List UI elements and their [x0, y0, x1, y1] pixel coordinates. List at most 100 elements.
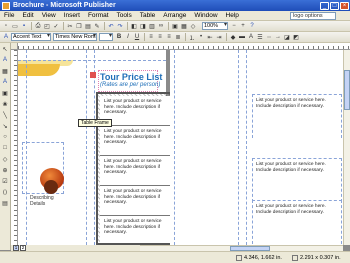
wordart-icon[interactable]: A [1, 78, 9, 86]
increase-indent-icon[interactable]: ⇥ [215, 33, 223, 41]
zoom-in-icon[interactable]: + [239, 22, 247, 30]
bold-icon[interactable]: B [115, 33, 123, 41]
table-row-description[interactable]: List your product or service here. Inclu… [104, 189, 162, 206]
right-text-frame[interactable]: List your product or service here. Inclu… [252, 200, 342, 244]
insert-table-icon[interactable]: ▦ [1, 67, 9, 75]
maximize-button[interactable]: □ [330, 1, 339, 10]
right-row-description[interactable]: List your product or service here. Inclu… [256, 162, 340, 173]
picture-caption-line2[interactable]: Details [30, 201, 45, 207]
help-search-input[interactable]: logo options [290, 11, 336, 20]
horizontal-ruler[interactable] [18, 43, 350, 50]
close-button[interactable]: × [340, 1, 349, 10]
arrow-style-icon[interactable]: → [274, 33, 282, 41]
table-row-description[interactable]: List your product or service here. Inclu… [104, 159, 162, 176]
ruler-corner[interactable] [11, 43, 18, 50]
right-page[interactable]: List your product or service here. Inclu… [170, 50, 350, 245]
font-color-icon[interactable]: A [247, 33, 255, 41]
menu-table[interactable]: Table [136, 12, 160, 19]
help-icon[interactable]: ? [248, 22, 256, 30]
style-select[interactable]: Accent Text [11, 33, 51, 41]
menu-file[interactable]: File [0, 12, 18, 19]
tour-price-list-title[interactable]: Tour Price List [100, 72, 162, 82]
bring-forward-icon[interactable]: ◧ [130, 22, 138, 30]
formatting-toolbar: A Accent Text Times New Roman B I U ≡ ≡ … [0, 32, 350, 43]
hyperlink-icon[interactable]: ∞ [157, 22, 165, 30]
paste-icon[interactable]: ▤ [84, 22, 92, 30]
left-page[interactable]: Tour Price List (Rates are per person) D… [18, 50, 196, 245]
send-backward-icon[interactable]: ◨ [139, 22, 147, 30]
design-gallery-icon[interactable]: ▤ [1, 199, 9, 207]
autoshapes-icon[interactable]: ◇ [1, 155, 9, 163]
html-fragment-icon[interactable]: ⟨⟩ [1, 188, 9, 196]
dash-style-icon[interactable]: ┄ [265, 33, 273, 41]
oval-icon[interactable]: ○ [1, 133, 9, 141]
picture-icon[interactable]: ▣ [171, 22, 179, 30]
table-row-description[interactable]: List your product or service here. Inclu… [104, 129, 162, 146]
font-size-select[interactable] [99, 33, 113, 41]
menu-insert[interactable]: Insert [60, 12, 84, 19]
rates-subtitle[interactable]: (Rates are per person) [100, 82, 160, 88]
align-right-icon[interactable]: ≡ [165, 33, 173, 41]
menu-help[interactable]: Help [222, 12, 243, 19]
shadow-style-icon[interactable]: ◪ [283, 33, 291, 41]
undo-icon[interactable]: ↶ [107, 22, 115, 30]
publisher-app-icon[interactable] [2, 1, 10, 10]
vertical-ruler[interactable] [11, 50, 18, 245]
cut-icon[interactable]: ✂ [66, 22, 74, 30]
zoom-select[interactable]: 100% [202, 22, 228, 30]
text-box-icon[interactable]: A [1, 56, 9, 64]
arrow-icon[interactable]: ↘ [1, 122, 9, 130]
rectangle-icon[interactable]: □ [1, 144, 9, 152]
line-style-icon[interactable]: ☰ [256, 33, 264, 41]
numbering-icon[interactable]: ⒈ [188, 33, 196, 42]
document-workspace[interactable]: Tour Price List (Rates are per person) D… [18, 50, 350, 245]
menu-view[interactable]: View [38, 12, 60, 19]
vertical-scroll-thumb[interactable] [344, 70, 350, 110]
styles-icon[interactable]: A [2, 33, 10, 41]
copy-icon[interactable]: ❐ [75, 22, 83, 30]
spelling-icon[interactable]: ✓ [52, 22, 60, 30]
table-row-description[interactable]: List your product or service here. Inclu… [104, 219, 162, 236]
menu-window[interactable]: Window [190, 12, 221, 19]
new-icon[interactable]: ▫ [2, 22, 10, 30]
menu-format[interactable]: Format [84, 12, 113, 19]
table-icon[interactable]: ▦ [180, 22, 188, 30]
toolbar-separator [226, 33, 227, 41]
open-icon[interactable]: ▭ [11, 22, 19, 30]
zoom-out-icon[interactable]: − [230, 22, 238, 30]
fill-color-icon[interactable]: ◆ [229, 33, 237, 41]
right-text-frame[interactable]: List your product or service here. Inclu… [252, 158, 342, 202]
print-preview-icon[interactable]: ◰ [43, 22, 51, 30]
bullets-icon[interactable]: • [197, 33, 205, 41]
align-left-icon[interactable]: ≡ [147, 33, 155, 41]
font-select[interactable]: Times New Roman [53, 33, 97, 41]
right-row-description[interactable]: List your product or service here. Inclu… [256, 98, 340, 109]
select-objects-icon[interactable]: ↖ [1, 45, 9, 53]
menu-tools[interactable]: Tools [113, 12, 136, 19]
minimize-button[interactable]: _ [320, 1, 329, 10]
hot-spot-icon[interactable]: ⊕ [1, 166, 9, 174]
table-row-description[interactable]: List your product or service here. Inclu… [104, 99, 162, 116]
redo-icon[interactable]: ↷ [116, 22, 124, 30]
format-painter-icon[interactable]: ✎ [93, 22, 101, 30]
columns-icon[interactable]: ▥ [148, 22, 156, 30]
decrease-indent-icon[interactable]: ⇤ [206, 33, 214, 41]
menu-arrange[interactable]: Arrange [159, 12, 190, 19]
form-control-icon[interactable]: ☑ [1, 177, 9, 185]
italic-icon[interactable]: I [124, 33, 132, 41]
menu-edit[interactable]: Edit [18, 12, 37, 19]
justify-icon[interactable]: ≣ [174, 33, 182, 41]
draw-icon[interactable]: ◇ [189, 22, 197, 30]
clip-art-icon[interactable]: ❀ [1, 100, 9, 108]
line-icon[interactable]: ╲ [1, 111, 9, 119]
picture-frame-icon[interactable]: ▣ [1, 89, 9, 97]
right-row-description[interactable]: List your product or service here. Inclu… [256, 204, 340, 215]
save-icon[interactable]: ▪ [20, 22, 28, 30]
print-icon[interactable]: ⎙ [34, 22, 42, 30]
underline-icon[interactable]: U [133, 33, 141, 41]
line-color-icon[interactable]: ▬ [238, 33, 246, 41]
right-text-frame[interactable]: List your product or service here. Inclu… [252, 94, 342, 138]
align-center-icon[interactable]: ≡ [156, 33, 164, 41]
vertical-scrollbar[interactable] [343, 50, 350, 245]
3d-style-icon[interactable]: ◩ [292, 33, 300, 41]
